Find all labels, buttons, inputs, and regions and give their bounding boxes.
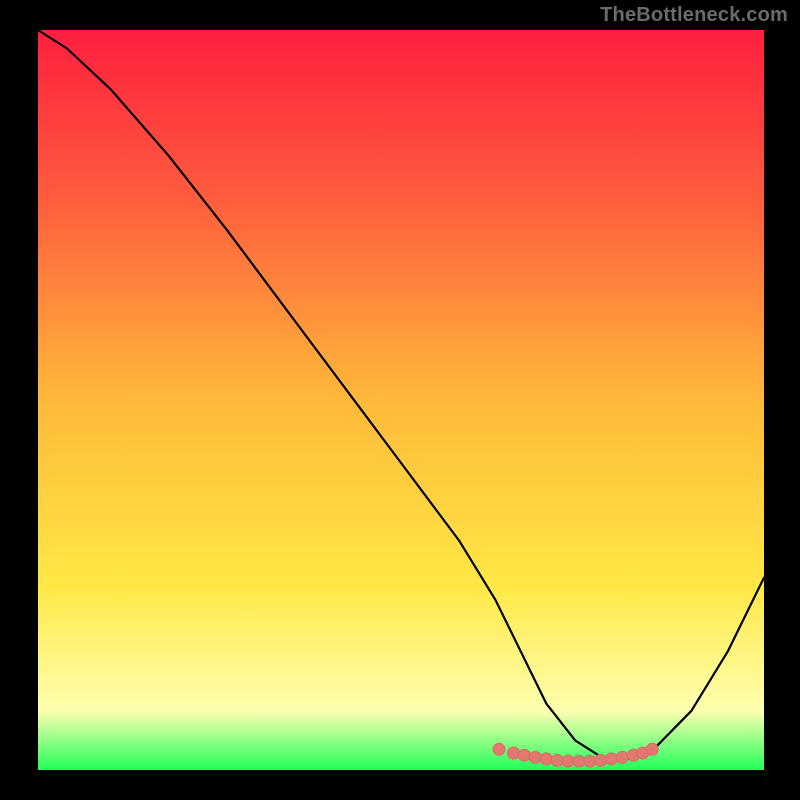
basin-marker — [508, 747, 520, 759]
basin-marker — [562, 755, 574, 767]
basin-marker — [551, 754, 563, 766]
basin-marker — [595, 754, 607, 766]
basin-marker — [606, 753, 618, 765]
bottleneck-chart — [0, 0, 800, 800]
basin-marker — [646, 743, 658, 755]
basin-marker — [584, 755, 596, 767]
basin-marker — [493, 743, 505, 755]
basin-marker — [540, 753, 552, 765]
basin-marker — [518, 749, 530, 761]
basin-marker — [529, 751, 541, 763]
plot-background — [38, 30, 764, 770]
basin-marker — [573, 755, 585, 767]
chart-stage: TheBottleneck.com — [0, 0, 800, 800]
basin-marker — [616, 751, 628, 763]
